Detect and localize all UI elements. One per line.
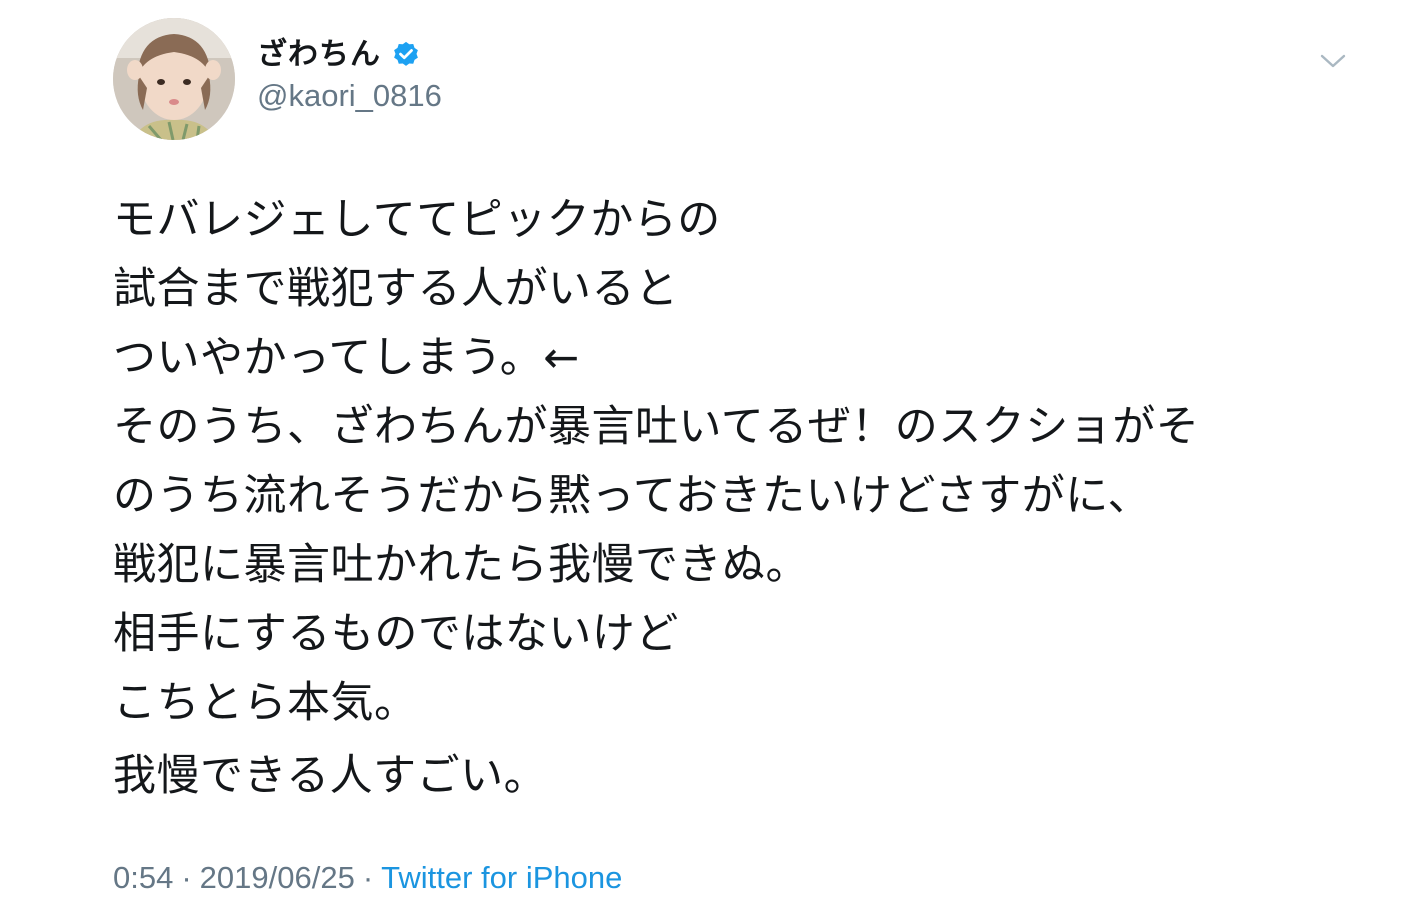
tweet-source-link[interactable]: Twitter for iPhone <box>381 860 622 895</box>
tweet-text-line: のうち流れそうだから黙っておきたいけどさすがに、 <box>113 471 1151 521</box>
user-handle[interactable]: @kaori_0816 <box>257 76 442 116</box>
display-name[interactable]: ざわちん <box>257 33 381 77</box>
tweet-text-line: ついやかってしまう。← <box>113 333 580 383</box>
chevron-down-icon <box>1320 54 1346 68</box>
tweet-text-line: こちとら本気。 <box>113 678 418 728</box>
tweet-text-line: モバレジェしててピックからの <box>113 195 721 245</box>
separator: · <box>181 860 192 895</box>
more-options-button[interactable] <box>1316 46 1350 76</box>
tweet-text-line: 相手にするものではないけど <box>113 609 679 659</box>
tweet-date[interactable]: 2019/06/25 <box>200 860 355 895</box>
tweet-text-line: 試合まで戦犯する人がいると <box>113 264 679 314</box>
tweet-card: ざわちん @kaori_0816 モバレジェしててピックからの 試合まで戦犯する… <box>0 0 1420 921</box>
tweet-time[interactable]: 0:54 <box>113 860 173 895</box>
author-name-row[interactable]: ざわちん <box>257 33 421 77</box>
separator: · <box>362 860 374 895</box>
avatar[interactable] <box>113 18 235 140</box>
tweet-text-line: 戦犯に暴言吐かれたら我慢できぬ。 <box>113 540 809 590</box>
tweet-text-line: そのうち、ざわちんが暴言吐いてるぜ！のスクショがそ <box>113 402 1200 452</box>
tweet-text: モバレジェしててピックからの 試合まで戦犯する人がいると ついやかってしまう。←… <box>113 186 1343 738</box>
tweet-text-paragraph: 我慢できる人すごい。 <box>113 751 548 801</box>
tweet-metadata: 0:54 · 2019/06/25 · Twitter for iPhone <box>113 857 622 899</box>
verified-badge-icon <box>391 40 421 70</box>
profile-photo-icon <box>113 18 235 140</box>
